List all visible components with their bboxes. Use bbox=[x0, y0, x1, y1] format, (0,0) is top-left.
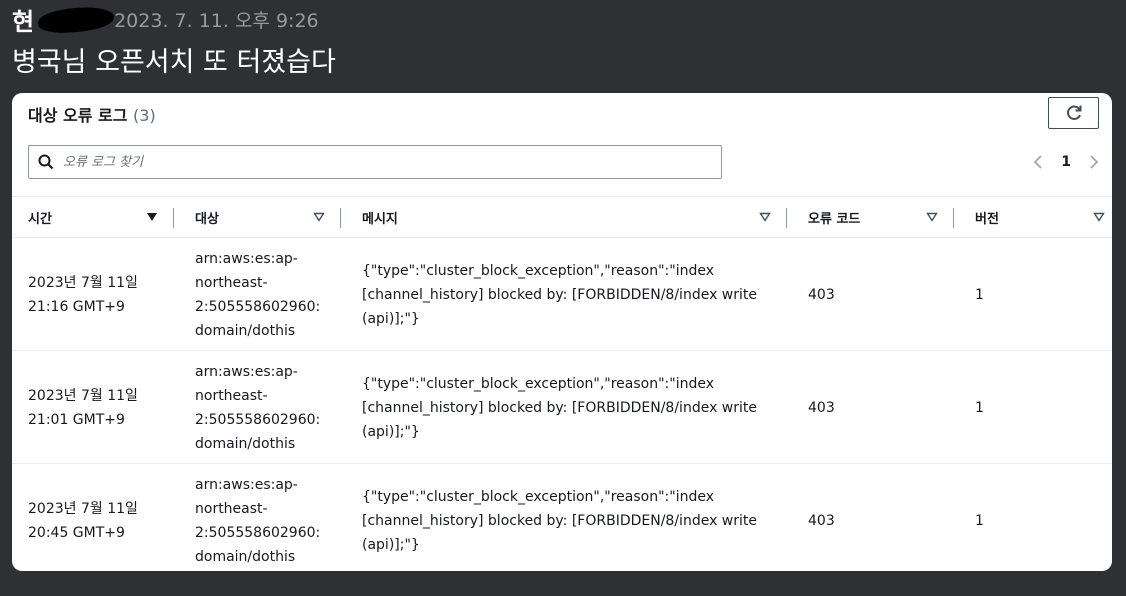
sort-icon[interactable] bbox=[926, 211, 938, 223]
target-line: arn:aws:es:ap- bbox=[195, 363, 298, 380]
column-header-error-code[interactable]: 오류 코드 bbox=[808, 197, 860, 237]
panel-count: (3) bbox=[133, 106, 156, 125]
message-line: (api)];"} bbox=[362, 423, 420, 440]
target-line: 2:505558602960: bbox=[195, 298, 321, 315]
chat-message-text: 병국님 오픈서치 또 터졌습다 bbox=[12, 47, 336, 78]
target-line: domain/dothis bbox=[195, 548, 296, 565]
time-date: 2023년 7월 11일 bbox=[28, 500, 138, 517]
message-line: [channel_history] blocked by: [FORBIDDEN… bbox=[362, 399, 758, 416]
time-clock: 20:45 GMT+9 bbox=[28, 524, 125, 541]
time-clock: 21:01 GMT+9 bbox=[28, 411, 125, 428]
search-icon bbox=[38, 154, 54, 170]
sort-desc-icon[interactable] bbox=[146, 211, 158, 223]
target-line: domain/dothis bbox=[195, 435, 296, 452]
sender-name: 현 bbox=[12, 2, 115, 37]
column-header-error-code-label: 오류 코드 bbox=[808, 211, 861, 227]
target-line: domain/dothis bbox=[195, 322, 296, 339]
column-header-target-label: 대상 bbox=[195, 211, 219, 227]
cell-message: {"type":"cluster_block_exception","reaso… bbox=[362, 238, 782, 351]
chat-header: 현 2023. 7. 11. 오후 9:26 bbox=[12, 2, 319, 36]
column-header-message[interactable]: 메시지 bbox=[362, 197, 398, 237]
sort-icon[interactable] bbox=[313, 211, 325, 223]
error-log-panel: 대상 오류 로그 (3) 1 시간 대상 bbox=[12, 93, 1112, 571]
chevron-right-icon[interactable] bbox=[1089, 154, 1099, 170]
target-line: 2:505558602960: bbox=[195, 524, 321, 541]
column-header-target[interactable]: 대상 bbox=[195, 197, 219, 237]
message-line: (api)];"} bbox=[362, 536, 420, 553]
target-line: northeast- bbox=[195, 274, 268, 291]
message-line: (api)];"} bbox=[362, 310, 420, 327]
message-line: {"type":"cluster_block_exception","reaso… bbox=[362, 262, 714, 279]
time-date: 2023년 7월 11일 bbox=[28, 274, 138, 291]
message-line: {"type":"cluster_block_exception","reaso… bbox=[362, 488, 714, 505]
target-line: 2:505558602960: bbox=[195, 411, 321, 428]
cell-error-code: 403 bbox=[808, 286, 835, 303]
message-timestamp: 2023. 7. 11. 오후 9:26 bbox=[114, 9, 319, 32]
target-line: northeast- bbox=[195, 500, 268, 517]
cell-target: arn:aws:es:ap- northeast- 2:505558602960… bbox=[195, 351, 345, 464]
redaction-scribble bbox=[37, 4, 115, 35]
cell-version: 1 bbox=[975, 286, 984, 303]
page-number[interactable]: 1 bbox=[1061, 154, 1071, 170]
message-line: {"type":"cluster_block_exception","reaso… bbox=[362, 375, 714, 392]
cell-time: 2023년 7월 11일 20:45 GMT+9 bbox=[28, 464, 178, 571]
cell-target: arn:aws:es:ap- northeast- 2:505558602960… bbox=[195, 238, 345, 351]
column-divider[interactable] bbox=[953, 208, 954, 228]
cell-version: 1 bbox=[975, 512, 984, 529]
sender-name-text: 현 bbox=[12, 7, 35, 36]
pagination: 1 bbox=[1033, 148, 1099, 176]
cell-message: {"type":"cluster_block_exception","reaso… bbox=[362, 351, 782, 464]
cell-target: arn:aws:es:ap- northeast- 2:505558602960… bbox=[195, 464, 345, 571]
cell-time: 2023년 7월 11일 21:16 GMT+9 bbox=[28, 238, 178, 351]
sort-icon[interactable] bbox=[759, 211, 771, 223]
column-header-version[interactable]: 버전 bbox=[975, 197, 999, 237]
search-input[interactable] bbox=[61, 153, 665, 171]
table-row: 2023년 7월 11일 20:45 GMT+9 arn:aws:es:ap- … bbox=[12, 464, 1112, 571]
refresh-icon bbox=[1066, 105, 1081, 120]
column-header-time[interactable]: 시간 bbox=[28, 197, 52, 237]
target-line: arn:aws:es:ap- bbox=[195, 476, 298, 493]
chevron-left-icon[interactable] bbox=[1033, 154, 1043, 170]
cell-error-code: 403 bbox=[808, 399, 835, 416]
refresh-button[interactable] bbox=[1048, 97, 1099, 129]
time-clock: 21:16 GMT+9 bbox=[28, 298, 125, 315]
table-header: 시간 대상 메시지 오류 코드 버전 bbox=[12, 196, 1112, 238]
target-line: northeast- bbox=[195, 387, 268, 404]
search-field[interactable] bbox=[28, 145, 722, 179]
column-divider[interactable] bbox=[173, 208, 174, 228]
column-header-time-label: 시간 bbox=[28, 211, 52, 227]
sort-icon[interactable] bbox=[1093, 211, 1105, 223]
column-header-version-label: 버전 bbox=[975, 211, 999, 227]
panel-title: 대상 오류 로그 (3) bbox=[28, 102, 156, 126]
cell-error-code: 403 bbox=[808, 512, 835, 529]
column-divider[interactable] bbox=[786, 208, 787, 228]
column-header-message-label: 메시지 bbox=[362, 211, 398, 227]
cell-version: 1 bbox=[975, 399, 984, 416]
cell-message: {"type":"cluster_block_exception","reaso… bbox=[362, 464, 782, 571]
cell-time: 2023년 7월 11일 21:01 GMT+9 bbox=[28, 351, 178, 464]
target-line: arn:aws:es:ap- bbox=[195, 250, 298, 267]
column-divider[interactable] bbox=[340, 208, 341, 228]
panel-title-text: 대상 오류 로그 bbox=[28, 106, 128, 125]
message-line: [channel_history] blocked by: [FORBIDDEN… bbox=[362, 512, 758, 529]
time-date: 2023년 7월 11일 bbox=[28, 387, 138, 404]
table-row: 2023년 7월 11일 21:16 GMT+9 arn:aws:es:ap- … bbox=[12, 238, 1112, 351]
message-line: [channel_history] blocked by: [FORBIDDEN… bbox=[362, 286, 758, 303]
table-row: 2023년 7월 11일 21:01 GMT+9 arn:aws:es:ap- … bbox=[12, 351, 1112, 464]
